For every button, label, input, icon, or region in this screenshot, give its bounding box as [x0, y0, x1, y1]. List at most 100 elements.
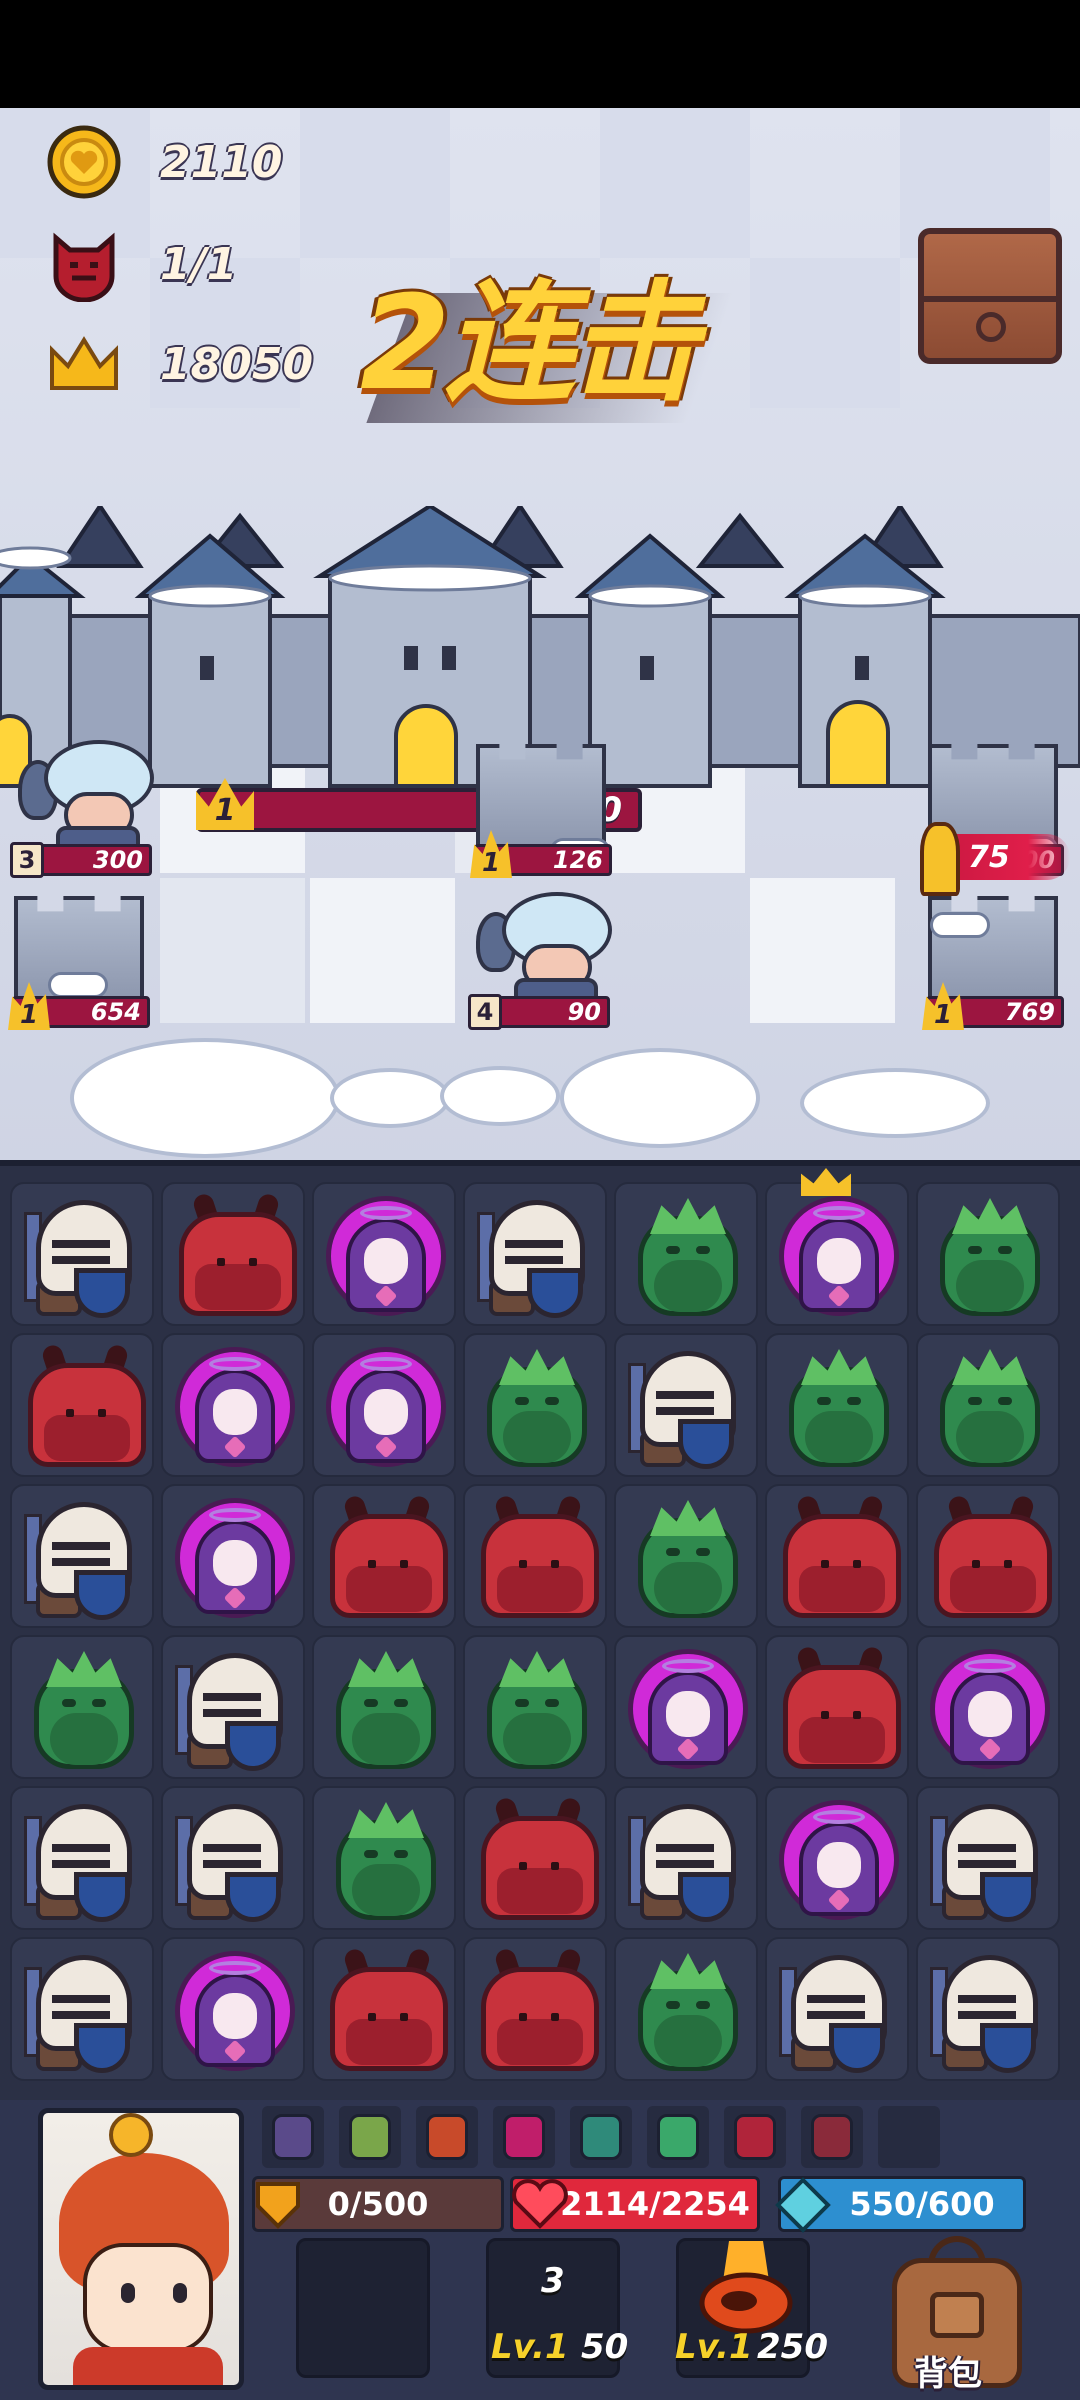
board-cell[interactable]	[312, 1786, 456, 1930]
board-cell[interactable]	[614, 1484, 758, 1628]
owl-part	[499, 1651, 575, 1687]
demon-tile-icon	[928, 1493, 1052, 1620]
tower-unit[interactable]: 126 1	[470, 730, 612, 878]
demon-part	[551, 1560, 559, 1568]
backpack-label: 背包	[914, 2354, 982, 2394]
item-slot[interactable]	[647, 2106, 709, 2168]
board-cell[interactable]	[10, 1786, 154, 1930]
demon-face-icon	[46, 226, 122, 302]
board-cell[interactable]	[161, 1333, 305, 1477]
board-cell[interactable]	[765, 1635, 909, 1779]
snow-bank	[800, 1068, 990, 1138]
count-slot[interactable]: 3 Lv.1 50	[486, 2238, 628, 2378]
demon-part	[400, 1560, 408, 1568]
tower-unit[interactable]: 654 1	[8, 882, 150, 1030]
board-cell[interactable]	[161, 1937, 305, 2081]
board-cell[interactable]	[312, 1333, 456, 1477]
board-cell[interactable]	[463, 1333, 607, 1477]
board-cell[interactable]	[161, 1484, 305, 1628]
board-cell[interactable]	[614, 1182, 758, 1326]
hero-portrait[interactable]	[38, 2108, 244, 2390]
owl-tile-icon	[475, 1345, 599, 1469]
owl-part	[654, 2015, 722, 2067]
tower-unit[interactable]: 769 1	[922, 882, 1064, 1030]
board-cell[interactable]	[10, 1937, 154, 2081]
board-cell[interactable]	[10, 1484, 154, 1628]
board-cell[interactable]	[916, 1786, 1060, 1930]
owl-part	[92, 1699, 106, 1707]
knight-part	[225, 1721, 281, 1771]
unit-level-badge: 4	[468, 994, 502, 1030]
board-cell[interactable]	[765, 1484, 909, 1628]
health-value: 2114/2254	[560, 2185, 750, 2223]
board-cell[interactable]	[765, 1168, 909, 1326]
knight-part	[74, 1872, 130, 1922]
board-cell[interactable]	[614, 1635, 758, 1779]
knight-tile-icon	[777, 1949, 901, 2073]
owl-part	[654, 1260, 722, 1312]
board-cell[interactable]	[312, 1484, 456, 1628]
board-cell[interactable]	[463, 1937, 607, 2081]
board-cell[interactable]	[463, 1786, 607, 1930]
miner-unit[interactable]: 300 3	[10, 730, 154, 878]
board-cell[interactable]	[10, 1635, 154, 1779]
empty-skill-slot[interactable]	[296, 2238, 430, 2378]
angel-part	[817, 1238, 861, 1284]
board-cell[interactable]	[916, 1635, 1060, 1779]
owl-part	[499, 1349, 575, 1385]
item-slot[interactable]	[724, 2106, 786, 2168]
knight-part	[656, 1844, 714, 1852]
owl-part	[968, 1397, 982, 1405]
angel-part	[360, 1357, 412, 1371]
knight-tile-icon	[22, 1496, 146, 1620]
item-slot[interactable]	[493, 2106, 555, 2168]
angel-tile-icon	[324, 1345, 448, 1469]
furnace-slot[interactable]: Lv.1 250	[675, 2238, 828, 2378]
owl-part	[956, 1411, 1024, 1463]
demon-part	[853, 1560, 861, 1568]
miner-unit[interactable]: 90 4	[468, 882, 612, 1030]
item-slot[interactable]	[878, 2106, 940, 2168]
board-cell[interactable]	[161, 1786, 305, 1930]
board-cell[interactable]	[614, 1333, 758, 1477]
board-cell[interactable]	[916, 1937, 1060, 2081]
owl-part	[952, 1198, 1028, 1234]
unit-level-value: 1	[481, 848, 501, 878]
board-cell[interactable]	[10, 1182, 154, 1326]
demon-part	[821, 1560, 829, 1568]
item-slot[interactable]	[570, 2106, 632, 2168]
board-cell[interactable]	[463, 1635, 607, 1779]
board-cell[interactable]	[765, 1333, 909, 1477]
angel-tile-icon	[928, 1647, 1052, 1771]
owl-tile-icon	[324, 1647, 448, 1771]
treasure-chest-button[interactable]	[918, 228, 1062, 364]
board-cell[interactable]	[614, 1937, 758, 2081]
board-cell[interactable]	[312, 1937, 456, 2081]
owl-tile-icon	[928, 1345, 1052, 1469]
board-cell[interactable]	[463, 1484, 607, 1628]
board-cell[interactable]	[312, 1182, 456, 1326]
backpack-pocket	[930, 2292, 984, 2338]
board-cell[interactable]	[916, 1333, 1060, 1477]
slot2-level: Lv.1	[675, 2327, 753, 2367]
board-cell[interactable]	[161, 1635, 305, 1779]
board-cell[interactable]	[161, 1182, 305, 1326]
board-cell[interactable]	[765, 1786, 909, 1930]
knight-part	[958, 1844, 1016, 1852]
angel-part	[964, 1659, 1016, 1673]
board-cell[interactable]	[312, 1635, 456, 1779]
item-slot[interactable]	[801, 2106, 863, 2168]
backpack-button[interactable]: 背包	[882, 2236, 1032, 2396]
board-cell[interactable]	[765, 1937, 909, 2081]
owl-part	[817, 1397, 831, 1405]
board-cell[interactable]	[916, 1182, 1060, 1326]
board-cell[interactable]	[463, 1182, 607, 1326]
knight-part	[74, 1268, 130, 1318]
item-slot[interactable]	[416, 2106, 478, 2168]
board-cell[interactable]	[10, 1333, 154, 1477]
item-slot[interactable]	[262, 2106, 324, 2168]
board-cell[interactable]	[614, 1786, 758, 1930]
board-cell[interactable]	[916, 1484, 1060, 1628]
owl-part	[952, 1349, 1028, 1385]
item-slot[interactable]	[339, 2106, 401, 2168]
